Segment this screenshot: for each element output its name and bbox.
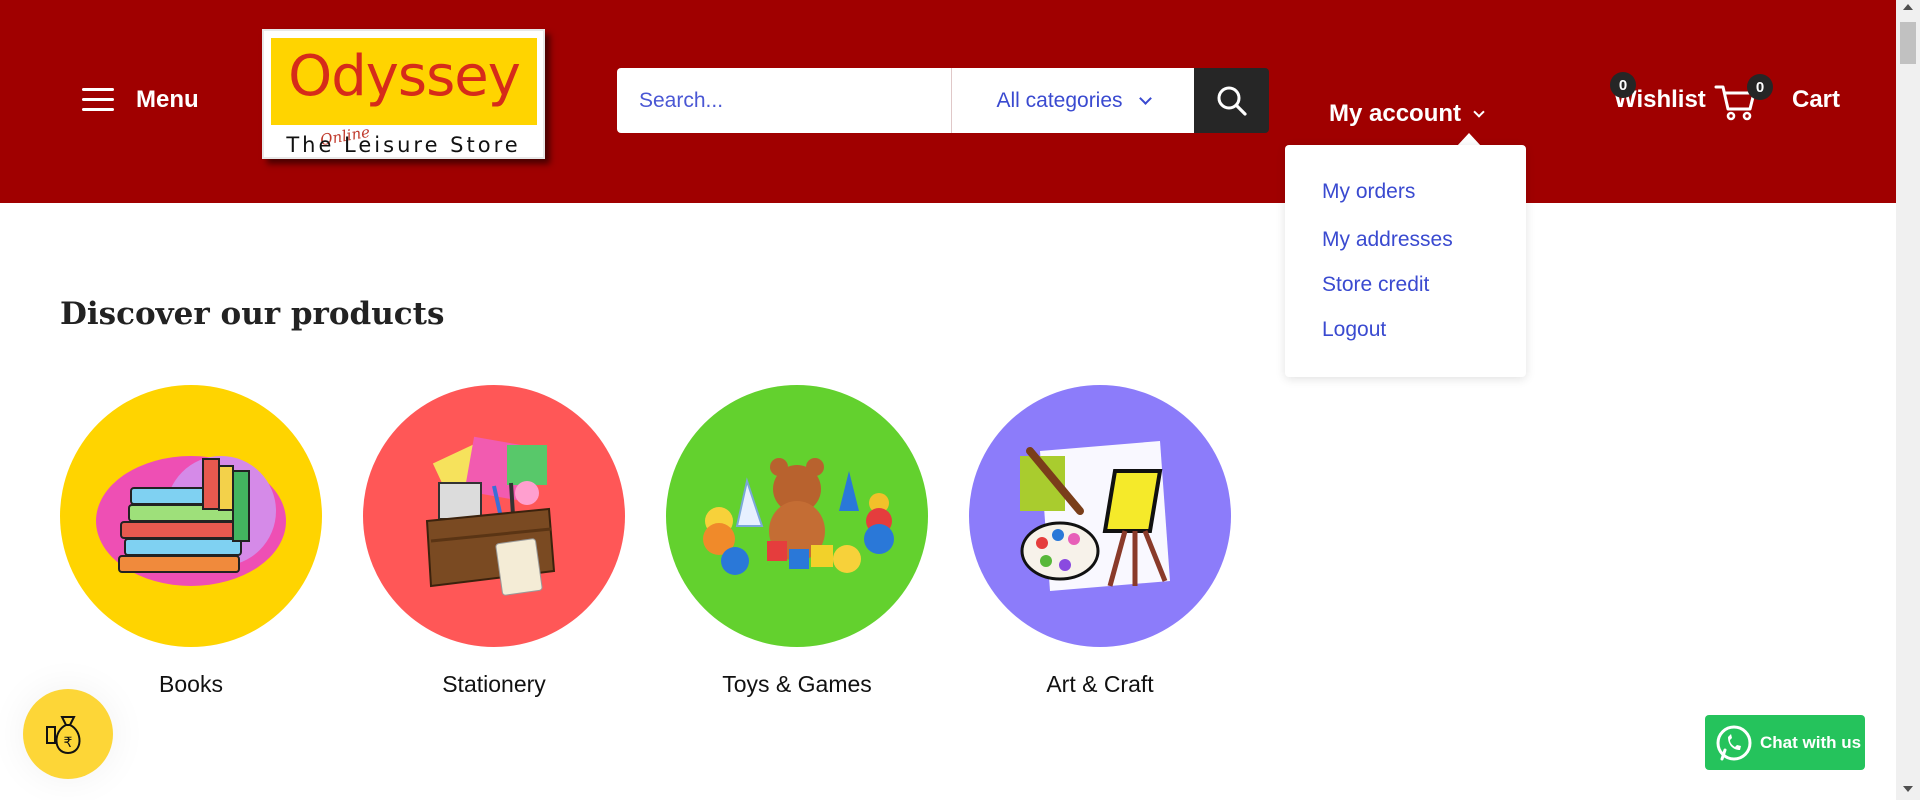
menu-button[interactable]: Menu xyxy=(82,86,199,114)
scroll-down-icon[interactable] xyxy=(1903,786,1913,792)
section-title: Discover our products xyxy=(60,296,445,332)
category-art-craft[interactable]: Art & Craft xyxy=(969,385,1231,698)
whatsapp-chat-button[interactable]: Chat with us xyxy=(1705,715,1865,770)
search-input[interactable] xyxy=(617,68,951,133)
page-scrollbar[interactable] xyxy=(1896,0,1920,800)
category-label: Art & Craft xyxy=(1046,671,1154,697)
search-bar: All categories xyxy=(617,68,1269,133)
logo-name: Odyssey xyxy=(288,44,521,109)
scroll-up-icon[interactable] xyxy=(1903,4,1913,10)
category-select[interactable]: All categories xyxy=(951,68,1194,133)
account-dropdown: My orders My addresses Store credit Logo… xyxy=(1285,145,1526,377)
account-menu-store-credit[interactable]: Store credit xyxy=(1322,273,1429,297)
logo-tagline: The Leisure Store xyxy=(286,133,521,157)
my-account-label: My account xyxy=(1329,100,1462,127)
chevron-down-icon xyxy=(1473,105,1485,118)
account-menu-logout[interactable]: Logout xyxy=(1322,318,1386,342)
art-craft-icon xyxy=(1020,441,1170,591)
store-logo[interactable]: Odyssey Online The Leisure Store xyxy=(262,29,545,159)
site-header: Menu Odyssey Online The Leisure Store Al… xyxy=(0,0,1896,203)
search-button[interactable] xyxy=(1194,68,1269,133)
category-circle xyxy=(60,385,322,647)
my-account-toggle[interactable]: My account xyxy=(1329,100,1485,128)
chat-label: Chat with us xyxy=(1760,732,1862,752)
account-menu-my-addresses[interactable]: My addresses xyxy=(1322,228,1453,252)
scroll-thumb[interactable] xyxy=(1900,22,1916,64)
rupee-rewards-button[interactable]: ₹ xyxy=(23,689,113,779)
search-icon xyxy=(1217,86,1247,116)
category-stationery[interactable]: Stationery xyxy=(363,385,625,698)
logo-banner: Odyssey xyxy=(271,38,537,125)
svg-text:₹: ₹ xyxy=(64,735,73,751)
category-circle xyxy=(363,385,625,647)
category-select-value: All categories xyxy=(996,88,1123,112)
chevron-down-icon xyxy=(1138,91,1152,105)
menu-icon xyxy=(82,88,114,112)
stationery-icon xyxy=(425,436,556,596)
category-books[interactable]: Books xyxy=(60,385,322,698)
cart-count-badge: 0 xyxy=(1747,74,1773,100)
cart-link[interactable]: Cart xyxy=(1792,86,1840,114)
toys-icon xyxy=(703,458,894,575)
category-circle xyxy=(969,385,1231,647)
account-menu-my-orders[interactable]: My orders xyxy=(1322,180,1415,204)
category-label: Toys & Games xyxy=(722,671,872,697)
whatsapp-icon xyxy=(1716,725,1752,760)
menu-label: Menu xyxy=(136,86,199,113)
category-toys-games[interactable]: Toys & Games xyxy=(666,385,928,698)
category-label: Stationery xyxy=(442,671,546,697)
books-icon xyxy=(96,456,286,586)
category-label: Books xyxy=(159,671,223,697)
category-circle xyxy=(666,385,928,647)
wishlist-count-badge: 0 xyxy=(1610,72,1636,98)
rupee-bag-icon: ₹ xyxy=(46,716,81,755)
